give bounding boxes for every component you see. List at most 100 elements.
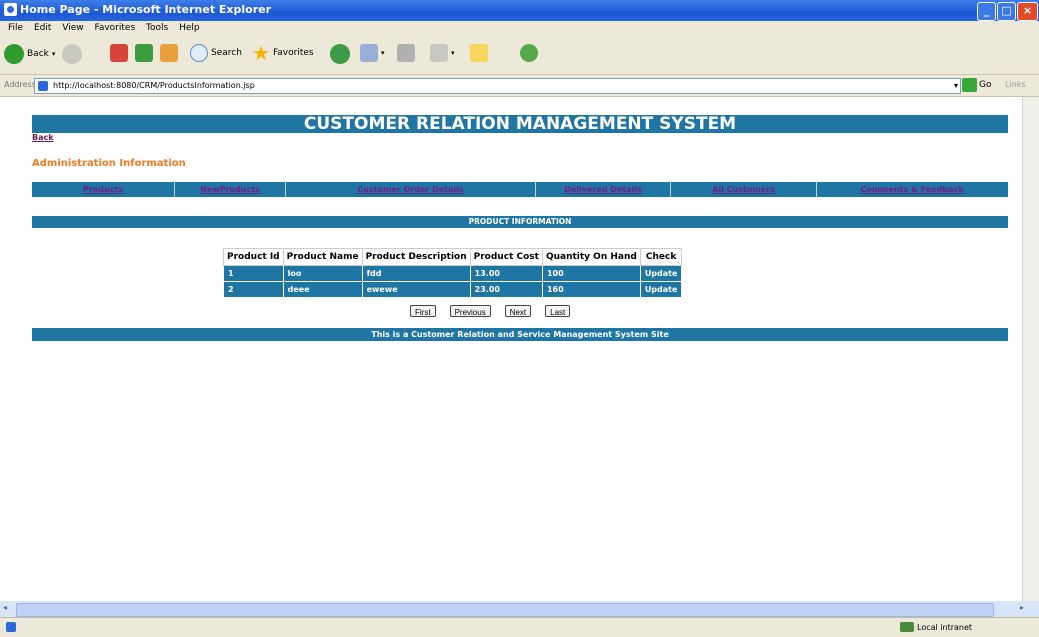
- table-title: PRODUCT INFORMATION: [32, 216, 1008, 228]
- address-bar: Address http://localhost:8080/CRM/Produc…: [0, 75, 1039, 97]
- status-bar: Local intranet: [0, 617, 1039, 637]
- cell-quantity: 160: [541, 281, 641, 298]
- page-done-icon: [6, 622, 16, 632]
- cell-product-cost: 13.00: [469, 265, 543, 282]
- chevron-down-icon: ▾: [451, 49, 455, 57]
- menu-favorites[interactable]: Favorites: [94, 21, 135, 36]
- nav-products[interactable]: Products: [32, 182, 175, 197]
- minimize-icon[interactable]: _: [977, 2, 996, 21]
- window-title-bar: Home Page - Microsoft Internet Explorer …: [0, 0, 1039, 21]
- edit-icon: [430, 44, 448, 62]
- back-arrow-icon: [4, 44, 24, 64]
- print-button[interactable]: [397, 44, 415, 62]
- scroll-right-icon[interactable]: ▸: [1020, 603, 1024, 612]
- home-icon: [160, 44, 178, 62]
- update-link[interactable]: Update: [639, 265, 683, 282]
- address-input[interactable]: http://localhost:8080/CRM/ProductsInform…: [34, 78, 961, 94]
- refresh-icon: [135, 44, 153, 62]
- security-zone: Local intranet: [900, 622, 972, 632]
- stop-icon: [110, 44, 128, 62]
- admin-nav: Products NewProducts Customer Order Deta…: [32, 182, 1008, 197]
- table-row: 1 loo fdd 13.00 100 Update: [223, 265, 683, 282]
- folder-icon: [470, 44, 488, 62]
- page-header: CUSTOMER RELATION MANAGEMENT SYSTEM: [32, 115, 1008, 133]
- last-button[interactable]: Last: [545, 305, 571, 317]
- pager: First Previous Next Last: [410, 305, 571, 317]
- mail-icon: [360, 44, 378, 62]
- chevron-down-icon: ▾: [381, 49, 385, 57]
- page-footer: This is a Customer Relation and Service …: [32, 328, 1008, 341]
- menu-view[interactable]: View: [62, 21, 83, 36]
- col-product-cost: Product Cost: [469, 248, 543, 266]
- menu-tools[interactable]: Tools: [146, 21, 168, 36]
- cell-product-description: ewewe: [361, 281, 471, 298]
- cell-quantity: 100: [541, 265, 641, 282]
- forward-button[interactable]: [62, 44, 82, 64]
- menu-help[interactable]: Help: [179, 21, 200, 36]
- forward-arrow-icon: [62, 44, 82, 64]
- nav-delivered-details[interactable]: Delivered Details: [536, 182, 671, 197]
- cell-product-name: loo: [282, 265, 363, 282]
- menu-file[interactable]: File: [8, 21, 23, 36]
- edit-button[interactable]: ▾: [430, 44, 455, 62]
- maximize-icon[interactable]: □: [997, 2, 1016, 21]
- address-label: Address: [4, 80, 36, 89]
- nav-all-customers[interactable]: All Customers: [671, 182, 817, 197]
- cell-product-cost: 23.00: [469, 281, 543, 298]
- product-table: Product Id Product Name Product Descript…: [223, 248, 683, 298]
- search-icon: [190, 44, 208, 62]
- home-button[interactable]: [160, 44, 178, 62]
- search-button[interactable]: Search: [190, 44, 242, 62]
- col-product-description: Product Description: [361, 248, 471, 266]
- page-content: CUSTOMER RELATION MANAGEMENT SYSTEM Back…: [0, 97, 1022, 601]
- ie-icon: [4, 3, 17, 16]
- cell-product-name: deee: [282, 281, 363, 298]
- star-icon: ★: [252, 41, 270, 65]
- col-check: Check: [639, 248, 683, 266]
- intranet-icon: [900, 622, 914, 632]
- messenger-button[interactable]: [520, 44, 538, 62]
- menu-bar: File Edit View Favorites Tools Help: [0, 21, 1039, 36]
- scroll-thumb[interactable]: [16, 603, 994, 617]
- horizontal-scrollbar[interactable]: ◂ ▸: [0, 601, 1039, 617]
- go-button[interactable]: Go: [962, 78, 991, 92]
- folder-button[interactable]: [470, 44, 488, 62]
- table-header-row: Product Id Product Name Product Descript…: [223, 248, 683, 266]
- nav-comments-feedback[interactable]: Comments & Feedback: [817, 182, 1007, 197]
- col-product-name: Product Name: [282, 248, 363, 266]
- cell-product-id: 2: [223, 281, 284, 298]
- next-button[interactable]: Next: [504, 305, 532, 317]
- chevron-down-icon: ▾: [51, 50, 56, 58]
- chevron-down-icon[interactable]: ▾: [954, 79, 958, 93]
- messenger-icon: [520, 44, 538, 62]
- back-link[interactable]: Back: [32, 133, 54, 142]
- favorites-button[interactable]: ★ Favorites: [252, 41, 314, 65]
- close-icon[interactable]: ×: [1017, 2, 1038, 21]
- nav-new-products[interactable]: NewProducts: [175, 182, 286, 197]
- go-arrow-icon: [962, 78, 977, 92]
- table-row: 2 deee ewewe 23.00 160 Update: [223, 281, 683, 298]
- links-button[interactable]: Links: [1005, 80, 1026, 89]
- page-icon: [38, 81, 48, 91]
- back-button[interactable]: Back ▾: [4, 44, 55, 64]
- first-button[interactable]: First: [410, 305, 436, 317]
- history-icon: [330, 44, 350, 64]
- window-title: Home Page - Microsoft Internet Explorer: [20, 3, 272, 16]
- stop-button[interactable]: [110, 44, 128, 62]
- menu-edit[interactable]: Edit: [34, 21, 51, 36]
- col-product-id: Product Id: [223, 248, 284, 266]
- col-quantity-on-hand: Quantity On Hand: [541, 248, 641, 266]
- previous-button[interactable]: Previous: [449, 305, 491, 317]
- cell-product-description: fdd: [361, 265, 471, 282]
- browser-toolbar: Back ▾ Search ★ Favorites ▾ ▾: [0, 36, 1039, 75]
- vertical-scrollbar[interactable]: [1022, 97, 1039, 601]
- address-url: http://localhost:8080/CRM/ProductsInform…: [53, 81, 255, 90]
- history-button[interactable]: [330, 44, 350, 64]
- mail-button[interactable]: ▾: [360, 44, 385, 62]
- scroll-left-icon[interactable]: ◂: [3, 603, 7, 612]
- update-link[interactable]: Update: [639, 281, 683, 298]
- print-icon: [397, 44, 415, 62]
- refresh-button[interactable]: [135, 44, 153, 62]
- cell-product-id: 1: [223, 265, 284, 282]
- nav-customer-order-details[interactable]: Customer Order Details: [286, 182, 536, 197]
